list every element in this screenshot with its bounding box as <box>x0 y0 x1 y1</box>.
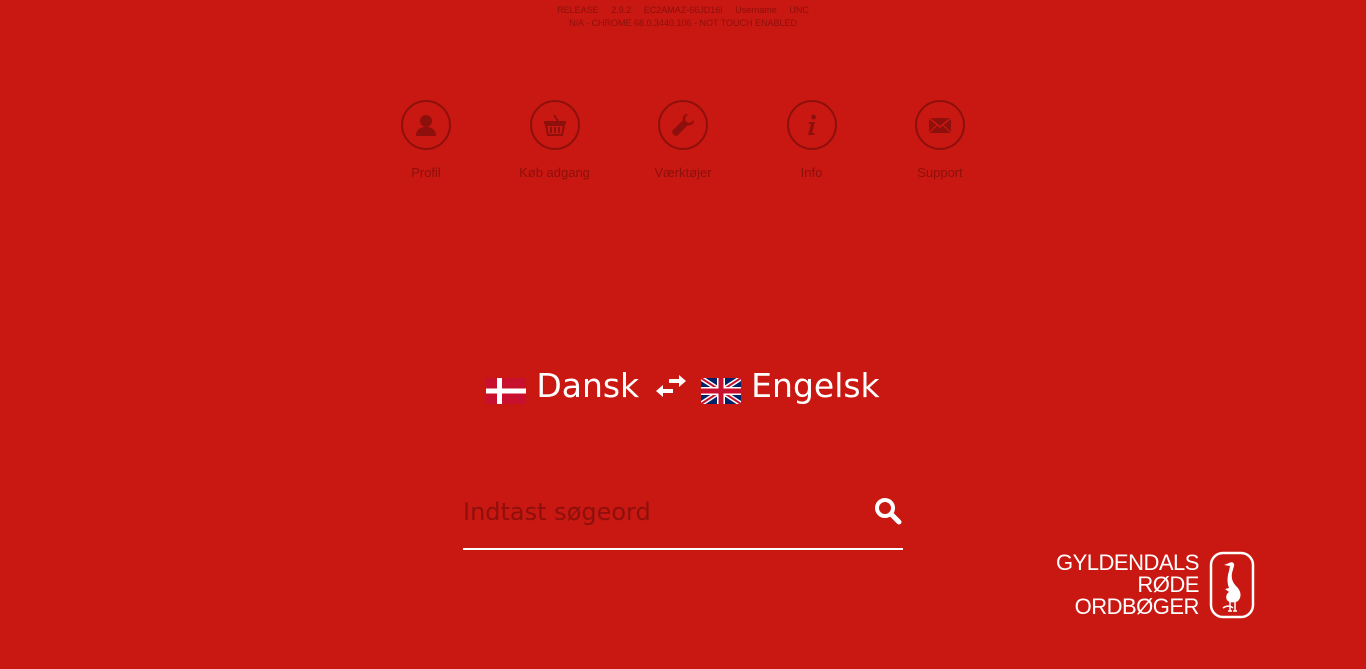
nav-item-support[interactable]: Support <box>876 100 1004 180</box>
debug-browser: N/A - CHROME 68.0.3440.106 - NOT TOUCH E… <box>568 18 798 28</box>
wrench-icon <box>658 100 708 150</box>
nav-label: Værktøjer <box>654 165 712 180</box>
danish-flag-icon <box>486 373 527 404</box>
debug-info: RELEASE 2.9.2 EC2AMAZ-66JD16I Username U… <box>0 4 1366 30</box>
user-icon <box>401 100 451 150</box>
envelope-icon <box>915 100 965 150</box>
top-nav: Profil Køb adgang Værktøjer Info Support <box>362 100 1004 180</box>
basket-icon <box>529 100 580 150</box>
search-icon[interactable] <box>873 496 903 526</box>
nav-item-profil[interactable]: Profil <box>362 100 490 180</box>
app-page: RELEASE 2.9.2 EC2AMAZ-66JD16I Username U… <box>0 0 1366 669</box>
nav-label: Info <box>800 165 823 180</box>
debug-version: 2.9.2 <box>611 5 632 15</box>
gyldendal-logo: GYLDENDALS RØDE ORDBØGER <box>1056 551 1255 619</box>
info-icon <box>786 100 837 150</box>
debug-release: RELEASE <box>557 5 599 15</box>
debug-server: EC2AMAZ-66JD16I <box>643 5 723 15</box>
nav-label: Køb adgang <box>519 165 590 180</box>
uk-flag-icon <box>699 373 743 406</box>
nav-item-vaerktojer[interactable]: Værktøjer <box>619 100 747 180</box>
search-bar <box>463 486 903 550</box>
logo-line1: GYLDENDALS <box>1056 550 1199 575</box>
nav-label: Profil <box>411 165 441 180</box>
source-language[interactable]: Dansk <box>536 366 639 405</box>
language-selector: Dansk Engelsk <box>0 366 1366 406</box>
search-input[interactable] <box>463 492 853 532</box>
nav-item-kob-adgang[interactable]: Køb adgang <box>491 100 619 180</box>
debug-unc: UNC <box>789 5 809 15</box>
heron-logo-icon <box>1209 551 1255 619</box>
logo-line2: RØDE <box>1137 572 1199 597</box>
logo-text: GYLDENDALS RØDE ORDBØGER <box>1056 552 1199 618</box>
nav-label: Support <box>917 165 963 180</box>
target-language[interactable]: Engelsk <box>751 366 880 405</box>
logo-line3: ORDBØGER <box>1074 594 1200 619</box>
swap-arrows-icon[interactable] <box>655 373 687 399</box>
debug-username: Username <box>735 5 777 15</box>
nav-item-info[interactable]: Info <box>748 100 876 180</box>
